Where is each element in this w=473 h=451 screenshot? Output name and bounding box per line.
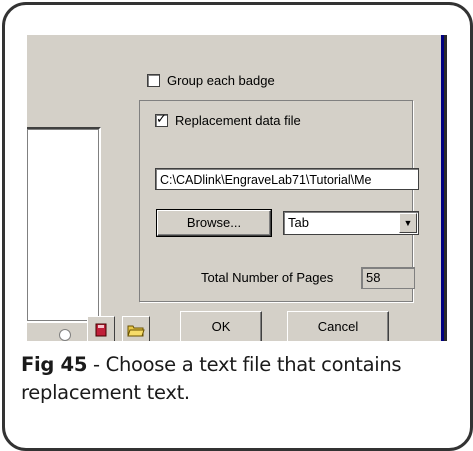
- figure-caption: Fig 45 - Choose a text file that contain…: [21, 351, 461, 407]
- folder-icon: [127, 325, 145, 337]
- checkbox-box[interactable]: [147, 74, 160, 87]
- figure-number: Fig 45: [21, 353, 88, 376]
- checkmark-icon: ✓: [156, 111, 167, 126]
- file-path-field[interactable]: C:\CADlink\EngraveLab71\Tutorial\Me: [155, 168, 419, 190]
- group-each-badge-label: Group each badge: [167, 73, 275, 88]
- checkbox-box[interactable]: ✓: [155, 111, 168, 127]
- total-pages-value: 58: [361, 267, 415, 289]
- book-icon-button[interactable]: [87, 316, 115, 341]
- replacement-data-file-checkbox[interactable]: ✓ Replacement data file: [155, 111, 301, 128]
- dialog-screenshot: Group each badge ✓ Replacement data file…: [27, 35, 447, 341]
- group-each-badge-checkbox[interactable]: Group each badge: [147, 73, 275, 88]
- figure-frame: Group each badge ✓ Replacement data file…: [2, 2, 473, 451]
- book-icon: [95, 323, 107, 337]
- radio-button[interactable]: [59, 329, 71, 341]
- ok-button[interactable]: OK: [180, 311, 262, 341]
- delimiter-value: Tab: [288, 215, 309, 230]
- replacement-data-file-label: Replacement data file: [175, 113, 301, 128]
- chevron-down-icon[interactable]: ▼: [399, 213, 417, 233]
- open-folder-icon-button[interactable]: [122, 316, 150, 341]
- total-pages-label: Total Number of Pages: [201, 270, 334, 285]
- preview-list-box[interactable]: [27, 127, 101, 323]
- delimiter-select[interactable]: Tab ▼: [283, 211, 419, 235]
- window-edge: [441, 35, 447, 341]
- cancel-button[interactable]: Cancel: [287, 311, 389, 341]
- browse-button[interactable]: Browse...: [156, 209, 272, 237]
